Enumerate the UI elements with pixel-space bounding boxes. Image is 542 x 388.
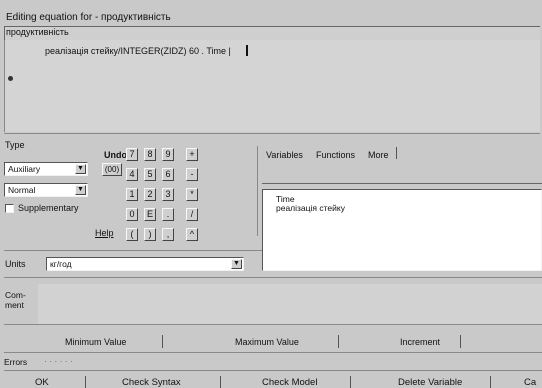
errors-value: · · · · · · — [44, 356, 73, 366]
help-button[interactable]: Help — [95, 228, 114, 238]
text-cursor — [246, 45, 248, 56]
tab-variables[interactable]: Variables — [266, 150, 303, 160]
divider — [4, 277, 542, 278]
help-label: Help — [95, 228, 114, 238]
keypad-key[interactable]: 5 — [144, 168, 156, 181]
separator — [220, 376, 221, 388]
divider — [4, 370, 542, 371]
cancel-button[interactable]: Ca — [524, 377, 536, 388]
chevron-down-icon[interactable]: ▼ — [231, 259, 242, 269]
separator — [338, 335, 339, 348]
keypad-key[interactable]: 4 — [126, 168, 138, 181]
keypad: 7 8 9 +4 5 6- 1 2 3 * 0 E. / (), ^ — [126, 148, 256, 248]
maximum-value-label: Maximum Value — [235, 337, 299, 347]
separator — [350, 376, 351, 388]
separator — [85, 376, 86, 388]
supplementary-checkbox[interactable] — [5, 204, 14, 213]
type-dropdown[interactable]: Auxiliary ▼ — [4, 162, 88, 176]
divider — [4, 324, 542, 325]
keypad-key[interactable]: 9 — [162, 148, 174, 161]
window-title: Editing equation for - продуктивність — [6, 12, 171, 23]
keypad-key[interactable]: ^ — [186, 228, 198, 241]
variable-name: продуктивність — [6, 27, 69, 37]
supplementary-label: Supplementary — [18, 203, 79, 213]
ok-button[interactable]: OK — [35, 377, 49, 388]
separator — [490, 376, 491, 388]
keypad-key[interactable]: ) — [144, 228, 156, 241]
separator — [460, 335, 461, 348]
keypad-key[interactable]: 8 — [144, 148, 156, 161]
separator — [162, 335, 163, 348]
units-dropdown-value: кг/год — [50, 259, 72, 269]
keypad-key[interactable]: + — [186, 148, 198, 161]
keypad-key[interactable]: * — [186, 188, 198, 201]
comment-field[interactable] — [38, 284, 542, 324]
list-item[interactable]: реалізація стейку — [276, 203, 345, 213]
keypad-divider — [257, 146, 258, 236]
keypad-key[interactable]: - — [186, 168, 198, 181]
tabs-underline — [262, 183, 542, 184]
undo-button[interactable]: (00) — [102, 163, 122, 176]
delete-variable-button[interactable]: Delete Variable — [398, 377, 462, 388]
keypad-key[interactable]: ( — [126, 228, 138, 241]
type-dropdown-value: Auxiliary — [8, 164, 41, 174]
comment-label: Com-ment — [5, 290, 26, 310]
keypad-key[interactable]: 2 — [144, 188, 156, 201]
divider — [4, 250, 262, 251]
undo-label: Undo — [104, 150, 127, 160]
tab-separator — [396, 147, 397, 159]
divider — [4, 133, 540, 134]
equation-text[interactable]: реалізація стейку/INTEGER(ZIDZ) 60 . Tim… — [45, 46, 231, 56]
tab-more[interactable]: More — [368, 150, 389, 160]
type-label: Type — [5, 140, 25, 150]
increment-label: Increment — [400, 337, 441, 347]
bullet-icon — [8, 76, 13, 81]
keypad-key[interactable]: 6 — [162, 168, 174, 181]
subtype-dropdown[interactable]: Normal ▼ — [4, 183, 88, 197]
errors-label: Errors — [4, 357, 28, 367]
keypad-key[interactable]: 1 — [126, 188, 138, 201]
chevron-down-icon[interactable]: ▼ — [75, 164, 86, 174]
subtype-dropdown-value: Normal — [8, 185, 36, 195]
units-label: Units — [5, 259, 26, 269]
check-model-button[interactable]: Check Model — [262, 377, 317, 388]
tab-functions[interactable]: Functions — [316, 150, 355, 160]
divider — [4, 352, 542, 353]
keypad-key[interactable]: 0 — [126, 208, 138, 221]
keypad-key[interactable]: / — [186, 208, 198, 221]
keypad-key[interactable]: , — [162, 228, 174, 241]
units-dropdown[interactable]: кг/год ▼ — [46, 257, 244, 271]
chevron-down-icon[interactable]: ▼ — [75, 185, 86, 195]
variable-name-bar — [4, 26, 540, 40]
check-syntax-button[interactable]: Check Syntax — [122, 377, 181, 388]
keypad-key[interactable]: . — [162, 208, 174, 221]
keypad-key[interactable]: 3 — [162, 188, 174, 201]
minimum-value-label: Minimum Value — [65, 337, 127, 347]
variables-list[interactable] — [262, 189, 542, 271]
keypad-key[interactable]: E — [144, 208, 156, 221]
keypad-key[interactable]: 7 — [126, 148, 138, 161]
